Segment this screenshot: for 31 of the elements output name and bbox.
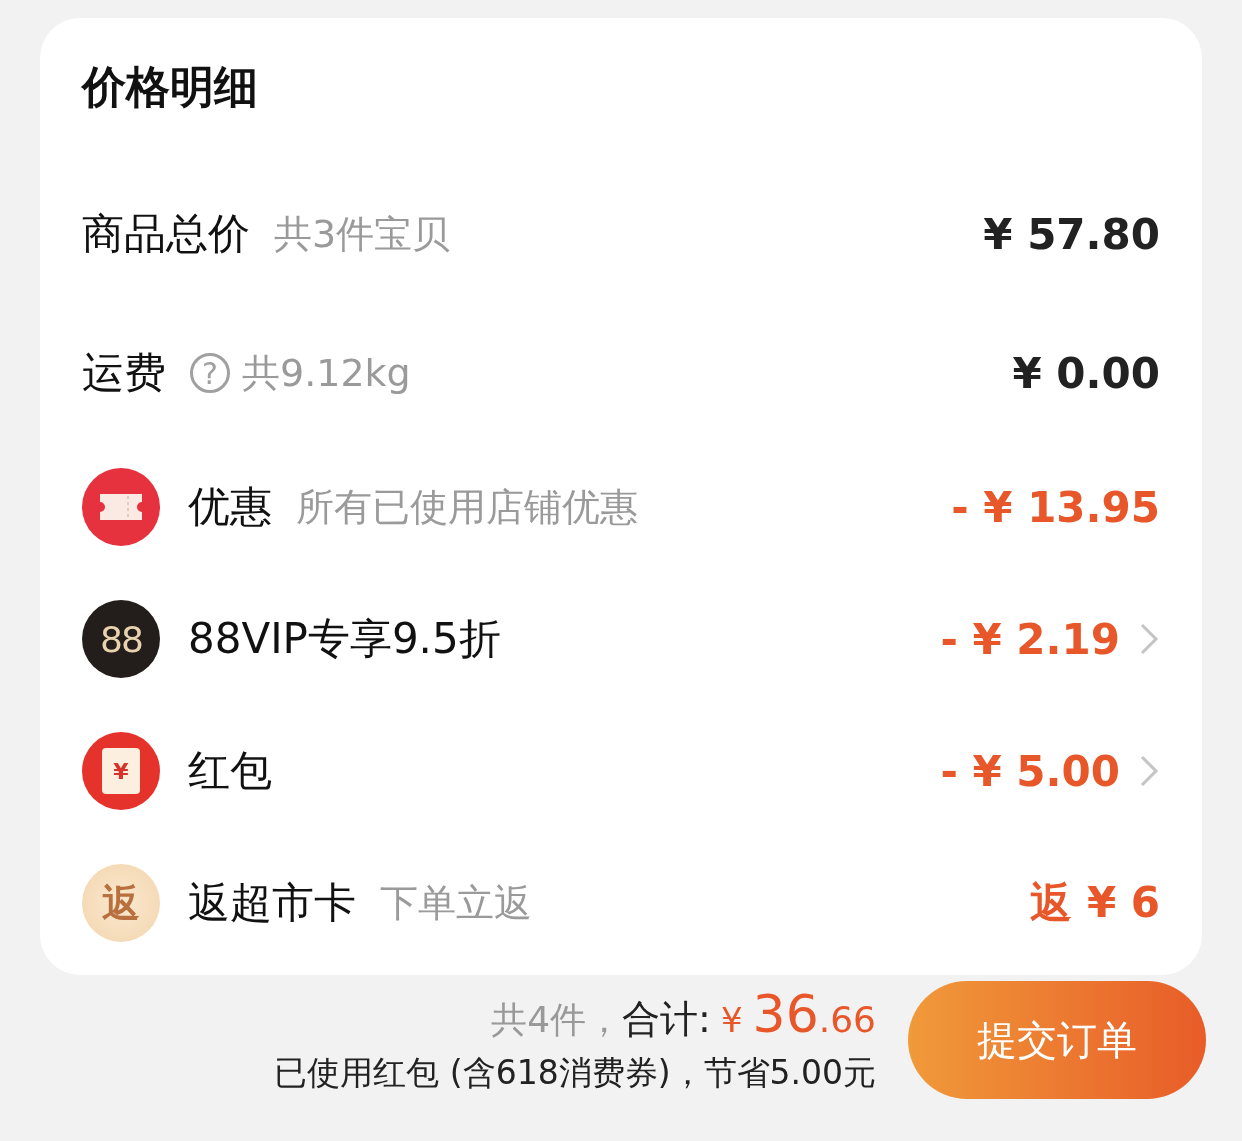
row-amount: ¥ 57.80 — [983, 209, 1160, 259]
row-note: 共3件宝贝 — [274, 210, 451, 258]
row-label: 88VIP专享9.5折 — [188, 613, 501, 665]
chevron-icon[interactable] — [1138, 621, 1160, 657]
row-note: 所有已使用店铺优惠 — [296, 483, 638, 531]
currency-sign: ¥ — [720, 1000, 743, 1040]
rebate-badge-icon: 返 — [82, 864, 160, 942]
row-amount: - ¥ 2.19 — [940, 614, 1120, 664]
total-integer: 36 — [752, 984, 819, 1044]
row-amount: 返 ¥ 6 — [1030, 877, 1160, 929]
row-amount: ¥ 0.00 — [1012, 348, 1160, 398]
vip-badge-icon: 88 — [82, 600, 160, 678]
row-note: 下单立返 — [380, 879, 532, 927]
total-label: 合计: — [622, 996, 711, 1043]
ticket-icon — [82, 468, 160, 546]
row-amount: - ¥ 5.00 — [940, 746, 1120, 796]
row-note: 共9.12kg — [242, 349, 411, 397]
savings-note: 已使用红包 (含618消费券)，节省5.00元 — [274, 1052, 876, 1094]
card-title: 价格明细 — [82, 60, 259, 114]
submit-order-button[interactable]: 提交订单 — [908, 981, 1206, 1099]
row-label: 红包 — [188, 745, 272, 797]
total-decimal: .66 — [818, 999, 876, 1040]
item-count: 共4件， — [491, 998, 623, 1042]
row-amount: - ¥ 13.95 — [951, 482, 1160, 532]
row-label: 优惠 — [188, 481, 272, 533]
help-icon[interactable]: ? — [190, 353, 230, 393]
row-label: 商品总价 — [82, 208, 250, 260]
envelope-icon: ¥ — [82, 732, 160, 810]
row-label: 返超市卡 — [188, 877, 356, 929]
chevron-icon[interactable] — [1138, 753, 1160, 789]
row-label: 运费 — [82, 347, 166, 399]
